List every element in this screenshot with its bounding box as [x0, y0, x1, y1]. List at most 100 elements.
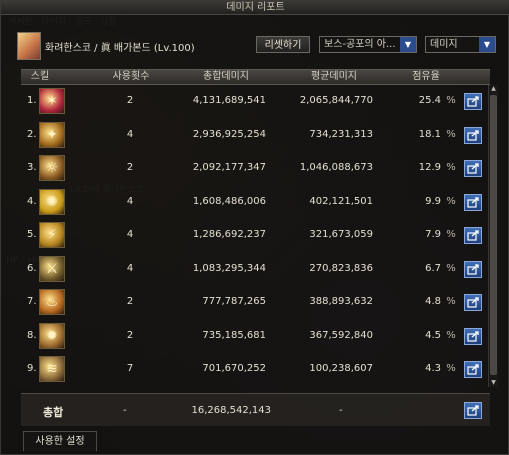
skill-icon: ✦ [39, 121, 65, 148]
table-row: 4. ✺ 4 1,608,486,006 402,121,501 9.9% [21, 186, 482, 219]
row-share-button[interactable] [464, 193, 482, 211]
row-average-damage: 388,893,632 [309, 296, 373, 307]
column-header-skill[interactable]: 스킬 [25, 70, 55, 84]
column-header-average[interactable]: 평균데미지 [289, 70, 379, 84]
table-row: 1. ✶ 2 4,131,689,541 2,065,844,770 25.4% [21, 85, 482, 118]
target-filter-select[interactable]: 보스-공포의 아... ▼ [319, 36, 417, 53]
total-share-button[interactable] [464, 402, 482, 419]
row-average-damage: 100,238,607 [309, 363, 373, 374]
skill-icon: ≋ [39, 356, 65, 382]
row-average-damage: 367,592,840 [309, 329, 373, 341]
table-row: 3. ☼ 2 2,092,177,347 1,046,088,673 12.9% [21, 152, 482, 185]
row-uses: 2 [126, 329, 134, 341]
scroll-up-icon[interactable]: ▲ [489, 85, 498, 93]
share-icon [467, 230, 479, 241]
share-icon [467, 297, 479, 308]
row-average-damage: 1,046,088,673 [299, 162, 373, 173]
reset-button[interactable]: 리셋하기 [256, 36, 310, 53]
row-share-button[interactable] [464, 294, 482, 311]
row-percent-sign: % [446, 195, 456, 207]
row-total-damage: 701,670,252 [202, 363, 266, 374]
share-icon [467, 129, 479, 141]
row-average-damage: 734,231,313 [309, 128, 373, 140]
row-total-damage: 1,286,692,237 [192, 229, 266, 240]
table-header: 스킬 사용횟수 총합데미지 평균데미지 점유율 [21, 69, 490, 85]
damage-report-window: 데미지 리포트 화려한스코 / 眞 배가본드 (Lv.100) 리셋하기 보스-… [0, 0, 509, 455]
metric-value: 데미지 [430, 39, 458, 50]
total-uses: - [123, 405, 127, 416]
table-scrollbar[interactable]: ▲ ▼ [488, 85, 498, 387]
row-total-damage: 777,787,265 [202, 296, 266, 307]
chevron-down-icon[interactable]: ▼ [479, 37, 495, 52]
row-average-damage: 321,673,059 [309, 229, 373, 240]
row-share: 9.9 [425, 195, 441, 207]
row-share-button[interactable] [464, 126, 482, 144]
skill-icon: ✶ [39, 88, 65, 114]
row-share-button[interactable] [464, 227, 482, 244]
target-filter-value: 보스-공포의 아... [324, 39, 396, 50]
row-average-damage: 2,065,844,770 [299, 95, 373, 106]
scroll-thumb[interactable] [490, 95, 497, 375]
metric-select[interactable]: 데미지 ▼ [425, 36, 496, 53]
row-percent-sign: % [446, 229, 456, 240]
row-total-damage: 2,092,177,347 [192, 162, 266, 173]
table-row: 2. ✦ 4 2,936,925,254 734,231,313 18.1% [21, 119, 482, 152]
row-share: 7.9 [425, 229, 441, 240]
row-share: 6.7 [425, 262, 441, 274]
row-average-damage: 270,823,836 [309, 262, 373, 274]
row-share: 18.1 [418, 128, 441, 140]
share-icon [467, 364, 479, 375]
character-avatar [17, 32, 41, 60]
row-share-button[interactable] [464, 327, 482, 345]
table-row: 9. ≋ 7 701,670,252 100,238,607 4.3% [21, 353, 482, 386]
character-name: 화려한스코 / 眞 배가본드 (Lv.100) [45, 43, 195, 54]
total-label: 총합 [43, 406, 64, 419]
share-icon [467, 196, 479, 208]
row-share-button[interactable] [464, 361, 482, 378]
row-total-damage: 1,608,486,006 [192, 195, 266, 207]
row-share-button[interactable] [464, 260, 482, 278]
column-header-share[interactable]: 점유율 [396, 70, 456, 84]
share-icon [467, 263, 479, 275]
row-share-button[interactable] [464, 160, 482, 177]
skill-icon: ⚡ [39, 222, 65, 248]
row-uses: 7 [126, 363, 134, 374]
row-uses: 4 [126, 229, 134, 240]
row-uses: 4 [126, 262, 134, 274]
column-header-total[interactable]: 총합데미지 [181, 70, 271, 84]
table-row: 8. ✹ 2 735,185,681 367,592,840 4.5% [21, 320, 482, 353]
row-percent-sign: % [446, 329, 456, 341]
share-icon [467, 330, 479, 342]
row-share: 4.5 [425, 329, 441, 341]
row-total-damage: 2,936,925,254 [192, 128, 266, 140]
row-uses: 2 [126, 296, 134, 307]
settings-used-tab[interactable]: 사용한 설정 [23, 431, 97, 451]
share-icon [467, 163, 479, 174]
share-icon [467, 405, 479, 416]
row-share: 4.8 [425, 296, 441, 307]
chevron-down-icon[interactable]: ▼ [400, 37, 416, 52]
table-row: 5. ⚡ 4 1,286,692,237 321,673,059 7.9% [21, 219, 482, 252]
skill-icon: ✹ [39, 322, 65, 349]
row-percent-sign: % [446, 128, 456, 140]
row-uses: 4 [126, 128, 134, 140]
row-uses: 2 [126, 162, 134, 173]
row-total-damage: 4,131,689,541 [192, 95, 266, 106]
share-icon [467, 96, 479, 107]
row-share-button[interactable] [464, 93, 482, 110]
total-damage: 16,268,542,143 [191, 405, 271, 416]
row-share: 12.9 [418, 162, 441, 173]
row-share: 4.3 [425, 363, 441, 374]
table-row: 6. ⚔ 4 1,083,295,344 270,823,836 6.7% [21, 253, 482, 286]
column-header-uses[interactable]: 사용횟수 [101, 70, 161, 84]
row-percent-sign: % [446, 162, 456, 173]
total-average: - [339, 405, 343, 416]
row-percent-sign: % [446, 296, 456, 307]
scroll-down-icon[interactable]: ▼ [489, 379, 498, 387]
skill-table-body: 1. ✶ 2 4,131,689,541 2,065,844,770 25.4% 2. ✦ 4 2… [21, 85, 482, 390]
row-total-damage: 1,083,295,344 [192, 262, 266, 274]
window-titlebar[interactable]: 데미지 리포트 [1, 1, 509, 15]
row-percent-sign: % [446, 262, 456, 274]
row-average-damage: 402,121,501 [309, 195, 373, 207]
skill-icon: ♨ [39, 289, 65, 315]
